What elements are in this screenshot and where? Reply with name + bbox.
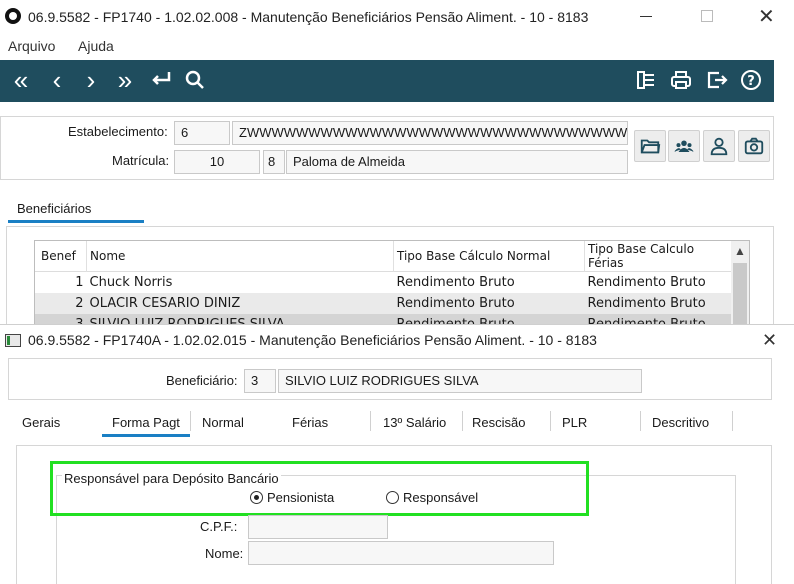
- beneficiario-code-field[interactable]: 3: [244, 369, 276, 393]
- help-icon[interactable]: ?: [736, 64, 766, 96]
- beneficiario-label: Beneficiário:: [166, 373, 238, 388]
- dialog-title: 06.9.5582 - FP1740A - 1.02.02.015 - Manu…: [28, 332, 597, 348]
- grid-header-benef[interactable]: Benef: [35, 241, 87, 272]
- structure-icon[interactable]: [632, 64, 662, 96]
- go-to-icon[interactable]: [146, 64, 176, 96]
- radio-responsavel-circle[interactable]: [386, 491, 399, 504]
- toolbar: « ‹ › » ?: [0, 60, 774, 102]
- first-record-icon[interactable]: «: [6, 64, 36, 96]
- close-button[interactable]: ✕: [758, 4, 775, 29]
- matricula-name-field: Paloma de Almeida: [286, 150, 628, 174]
- grid-header-nome[interactable]: Nome: [86, 241, 394, 272]
- grid-header-ferias[interactable]: Tipo Base Calculo Férias: [585, 241, 732, 272]
- folder-icon: [640, 139, 661, 154]
- table-row[interactable]: 1 Chuck Norris Rendimento Bruto Rendimen…: [35, 272, 731, 293]
- person-button[interactable]: [703, 130, 735, 162]
- cpf-label: C.P.F.:: [200, 519, 238, 534]
- estabelecimento-code-field[interactable]: 6: [174, 121, 230, 145]
- estabelecimento-name-field: ZWWWWWWWWWWWWWWWWWWWWWWWWWWWWWWWWWWW: [232, 121, 628, 145]
- nome-field[interactable]: [248, 541, 554, 565]
- print-icon[interactable]: [666, 64, 696, 96]
- next-record-icon[interactable]: ›: [76, 64, 106, 96]
- grid-header-row: Benef Nome Tipo Base Cálculo Normal Tipo…: [35, 241, 731, 272]
- table-row[interactable]: 2 OLACIR CESARIO DINIZ Rendimento Bruto …: [35, 292, 731, 314]
- tab-forma-pagt-underline: [102, 434, 190, 437]
- row-benef: 1: [75, 274, 84, 290]
- beneficiario-name-field: SILVIO LUIZ RODRIGUES SILVA: [278, 369, 642, 393]
- grid-table: Benef Nome Tipo Base Cálculo Normal Tipo…: [35, 241, 731, 329]
- dialog-close-button[interactable]: ✕: [762, 330, 777, 351]
- matricula-field[interactable]: 10: [174, 150, 260, 174]
- svg-text:?: ?: [747, 74, 755, 89]
- nome-label: Nome:: [205, 546, 244, 561]
- search-icon[interactable]: [180, 64, 210, 96]
- window-title: 06.9.5582 - FP1740 - 1.02.02.008 - Manut…: [28, 9, 589, 25]
- grid-scrollbar[interactable]: ▲: [731, 241, 749, 329]
- grid-header-normal[interactable]: Tipo Base Cálculo Normal: [393, 241, 585, 272]
- tab-separators: [0, 411, 794, 431]
- folder-button[interactable]: [634, 130, 666, 162]
- radio-pensionista-label: Pensionista: [267, 490, 335, 505]
- matricula-digit-field: 8: [263, 150, 285, 174]
- row-ferias: Rendimento Bruto: [587, 274, 706, 290]
- radio-pensionista-circle[interactable]: [250, 491, 263, 504]
- menu-arquivo[interactable]: Arquivo: [8, 38, 55, 54]
- highlight-box: [50, 461, 589, 516]
- group-button[interactable]: [668, 130, 700, 162]
- tab-beneficiarios-underline: [8, 220, 144, 223]
- row-normal: Rendimento Bruto: [396, 295, 515, 311]
- row-benef: 2: [75, 295, 84, 311]
- minimize-button[interactable]: [640, 16, 652, 17]
- estabelecimento-label: Estabelecimento:: [68, 124, 168, 139]
- row-nome: Chuck Norris: [89, 274, 173, 290]
- menu-ajuda[interactable]: Ajuda: [78, 38, 114, 54]
- scroll-thumb[interactable]: [733, 263, 747, 329]
- row-nome: OLACIR CESARIO DINIZ: [89, 295, 241, 311]
- group-icon: [674, 140, 694, 152]
- group-title: Responsável para Depósito Bancário: [62, 471, 281, 486]
- scroll-up-icon[interactable]: ▲: [731, 241, 749, 261]
- tab-beneficiarios[interactable]: Beneficiários: [17, 201, 91, 216]
- dialog-app-icon: [5, 334, 21, 347]
- exit-icon[interactable]: [702, 64, 732, 96]
- row-ferias: Rendimento Bruto: [587, 295, 706, 311]
- matricula-label: Matrícula:: [112, 153, 170, 168]
- camera-button[interactable]: [738, 130, 770, 162]
- row-normal: Rendimento Bruto: [396, 274, 515, 290]
- radio-responsavel-label: Responsável: [403, 490, 479, 505]
- last-record-icon[interactable]: »: [110, 64, 140, 96]
- window-logo-icon: [5, 8, 21, 24]
- maximize-button[interactable]: [701, 10, 713, 22]
- previous-record-icon[interactable]: ‹: [42, 64, 72, 96]
- person-icon: [710, 137, 728, 156]
- beneficiarios-grid: Benef Nome Tipo Base Cálculo Normal Tipo…: [34, 240, 750, 330]
- camera-icon: [744, 137, 764, 155]
- dialog-window: 06.9.5582 - FP1740A - 1.02.02.015 - Manu…: [0, 324, 794, 584]
- cpf-field[interactable]: [248, 515, 388, 539]
